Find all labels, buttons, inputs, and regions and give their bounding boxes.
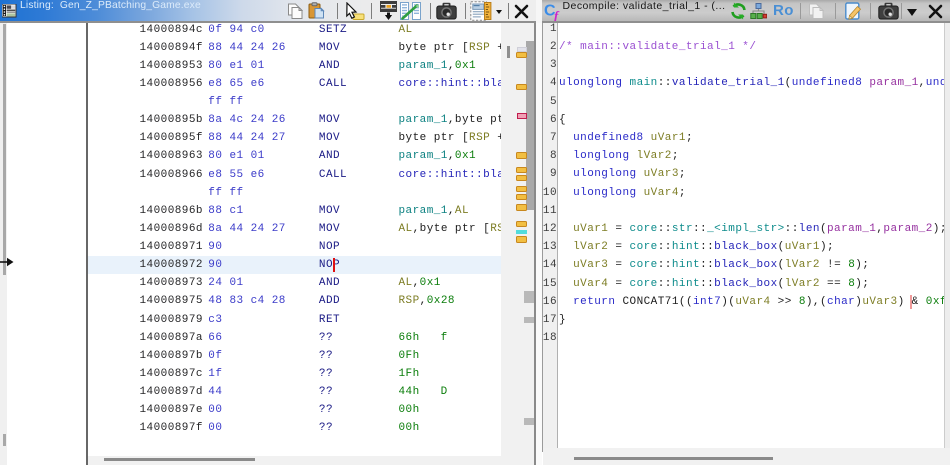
svg-text:f: f	[554, 8, 560, 21]
